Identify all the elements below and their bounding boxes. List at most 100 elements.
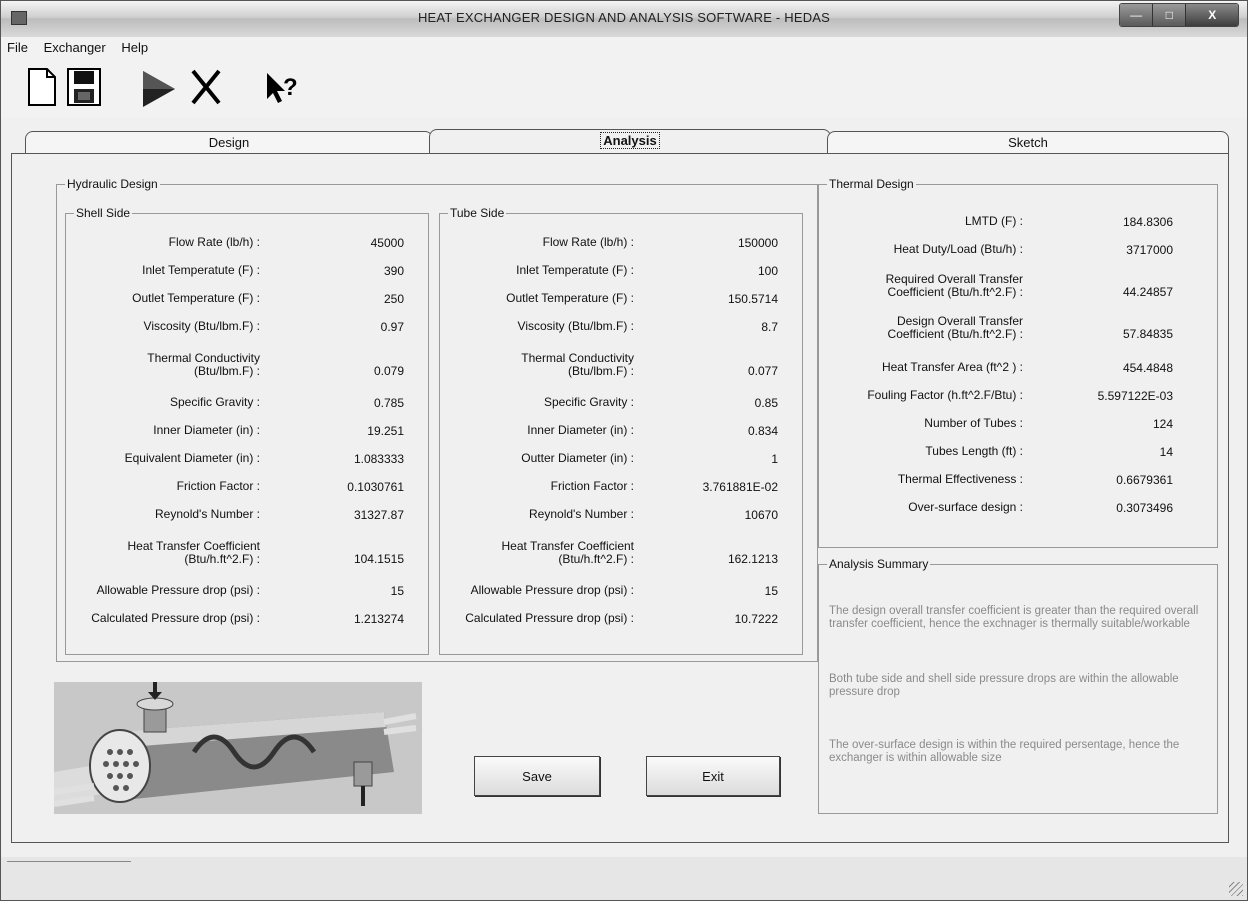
field-value: 0.85	[754, 396, 778, 410]
field-label: Heat Transfer Coefficient (Btu/h.ft^2.F)…	[501, 539, 634, 566]
window-controls: — □ X	[1119, 3, 1239, 27]
shell-side-title: Shell Side	[74, 206, 133, 220]
tab-analysis[interactable]: Analysis	[429, 129, 831, 154]
field-value: 162.1213	[727, 552, 778, 566]
field-value: 19.251	[367, 424, 404, 438]
field-label: Heat Transfer Coefficient (Btu/h.ft^2.F)…	[127, 539, 260, 566]
field-value: 0.1030761	[347, 480, 404, 494]
field-label: Flow Rate (lb/h) :	[168, 235, 260, 249]
field-label: Friction Factor :	[176, 479, 260, 493]
field-row: Flow Rate (lb/h) : 150000	[440, 236, 802, 266]
summary-thermal-text: The design overall transfer coefficient …	[829, 605, 1199, 630]
field-label: Inner Diameter (in) :	[153, 423, 260, 437]
window-title: HEAT EXCHANGER DESIGN AND ANALYSIS SOFTW…	[417, 10, 831, 25]
field-row: Flow Rate (lb/h) : 45000	[66, 236, 428, 266]
field-row: Reynold's Number : 31327.87	[66, 508, 428, 538]
cancel-x-icon[interactable]	[187, 65, 225, 109]
field-value: 0.97	[380, 320, 404, 334]
field-value: 100	[757, 264, 778, 278]
field-row: Heat Duty/Load (Btu/h) : 3717000	[819, 243, 1217, 273]
field-value: 31327.87	[353, 508, 404, 522]
field-value: 1.083333	[353, 452, 404, 466]
field-value: 124	[1152, 417, 1173, 431]
field-value: 1.213274	[353, 612, 404, 626]
field-row: Friction Factor : 3.761881E-02	[440, 480, 802, 510]
field-value: 390	[383, 264, 404, 278]
field-value: 250	[383, 292, 404, 306]
menu-file[interactable]: File	[1, 37, 34, 58]
field-row: Friction Factor : 0.1030761	[66, 480, 428, 510]
field-value: 5.597122E-03	[1097, 389, 1173, 403]
field-value: 0.6679361	[1116, 473, 1173, 487]
tube-side-title: Tube Side	[448, 206, 507, 220]
field-row: Viscosity (Btu/lbm.F) : 0.97	[66, 320, 428, 350]
field-value: 150000	[737, 236, 778, 250]
summary-size-text: The over-surface design is within the re…	[829, 739, 1180, 764]
svg-text:?: ?	[283, 74, 298, 101]
field-row: Inner Diameter (in) : 19.251	[66, 424, 428, 454]
field-value: 0.3073496	[1116, 501, 1173, 515]
field-label: Tubes Length (ft) :	[925, 444, 1023, 458]
field-label: Allowable Pressure drop (psi) :	[470, 583, 634, 597]
field-row: Specific Gravity : 0.785	[66, 396, 428, 426]
field-label: Required Overall Transfer Coefficient (B…	[885, 272, 1023, 299]
field-value: 454.4848	[1122, 361, 1173, 375]
minimize-icon[interactable]: —	[1120, 4, 1154, 26]
field-value: 3.761881E-02	[702, 480, 778, 494]
help-pointer-icon[interactable]: ?	[263, 65, 301, 109]
menu-bar: File Exchanger Help	[1, 37, 1247, 59]
exit-button[interactable]: Exit	[646, 756, 780, 796]
close-icon[interactable]: X	[1186, 4, 1238, 26]
field-label: Inlet Temperatute (F) :	[516, 263, 634, 277]
field-row: Thermal Conductivity (Btu/lbm.F) : 0.079	[66, 352, 428, 388]
field-row: Thermal Conductivity (Btu/lbm.F) : 0.077	[440, 352, 802, 388]
tab-design[interactable]: Design	[25, 131, 433, 154]
field-row: LMTD (F) : 184.8306	[819, 215, 1217, 245]
field-label: Friction Factor :	[550, 479, 634, 493]
field-value: 3717000	[1126, 243, 1173, 257]
run-arrow-icon[interactable]	[139, 65, 177, 109]
analysis-panel: Hydraulic Design Shell Side Flow Rate (l…	[11, 153, 1229, 843]
field-value: 0.079	[373, 364, 404, 378]
save-button[interactable]: Save	[474, 756, 600, 796]
field-label: Viscosity (Btu/lbm.F) :	[517, 319, 634, 333]
toolbar: ?	[1, 59, 1247, 118]
field-row: Heat Transfer Coefficient (Btu/h.ft^2.F)…	[66, 540, 428, 576]
hydraulic-design-group: Hydraulic Design Shell Side Flow Rate (l…	[56, 177, 818, 662]
field-label: LMTD (F) :	[965, 214, 1023, 228]
field-value: 57.84835	[1122, 327, 1173, 341]
field-label: Viscosity (Btu/lbm.F) :	[143, 319, 260, 333]
field-label: Over-surface design :	[908, 500, 1023, 514]
maximize-icon[interactable]: □	[1153, 4, 1187, 26]
field-label: Inlet Temperatute (F) :	[142, 263, 260, 277]
field-value: 0.077	[747, 364, 778, 378]
field-value: 8.7	[761, 320, 778, 334]
field-label: Number of Tubes :	[924, 416, 1023, 430]
field-value: 45000	[370, 236, 404, 250]
field-row: Calculated Pressure drop (psi) : 10.7222	[440, 612, 802, 642]
field-value: 150.5714	[727, 292, 778, 306]
field-row: Calculated Pressure drop (psi) : 1.213274	[66, 612, 428, 642]
tab-sketch[interactable]: Sketch	[827, 131, 1229, 154]
save-disk-icon[interactable]	[65, 65, 103, 109]
new-file-icon[interactable]	[23, 65, 61, 109]
menu-exchanger[interactable]: Exchanger	[38, 37, 112, 58]
field-label: Design Overall Transfer Coefficient (Btu…	[887, 314, 1023, 341]
field-row: Outlet Temperature (F) : 150.5714	[440, 292, 802, 322]
hydraulic-design-title: Hydraulic Design	[65, 177, 160, 191]
field-label: Outter Diameter (in) :	[521, 451, 634, 465]
field-row: Required Overall Transfer Coefficient (B…	[819, 273, 1217, 309]
field-row: Outter Diameter (in) : 1	[440, 452, 802, 482]
field-label: Calculated Pressure drop (psi) :	[91, 611, 260, 625]
title-bar: HEAT EXCHANGER DESIGN AND ANALYSIS SOFTW…	[1, 1, 1247, 38]
resize-grip-icon[interactable]	[1229, 882, 1243, 896]
status-bar	[1, 857, 1247, 900]
field-label: Reynold's Number :	[529, 507, 634, 521]
field-label: Inner Diameter (in) :	[527, 423, 634, 437]
field-value: 10670	[744, 508, 778, 522]
field-row: Tubes Length (ft) : 14	[819, 445, 1217, 475]
status-pane	[7, 861, 131, 892]
menu-help[interactable]: Help	[115, 37, 154, 58]
field-row: Thermal Effectiveness : 0.6679361	[819, 473, 1217, 503]
field-row: Equivalent Diameter (in) : 1.083333	[66, 452, 428, 482]
